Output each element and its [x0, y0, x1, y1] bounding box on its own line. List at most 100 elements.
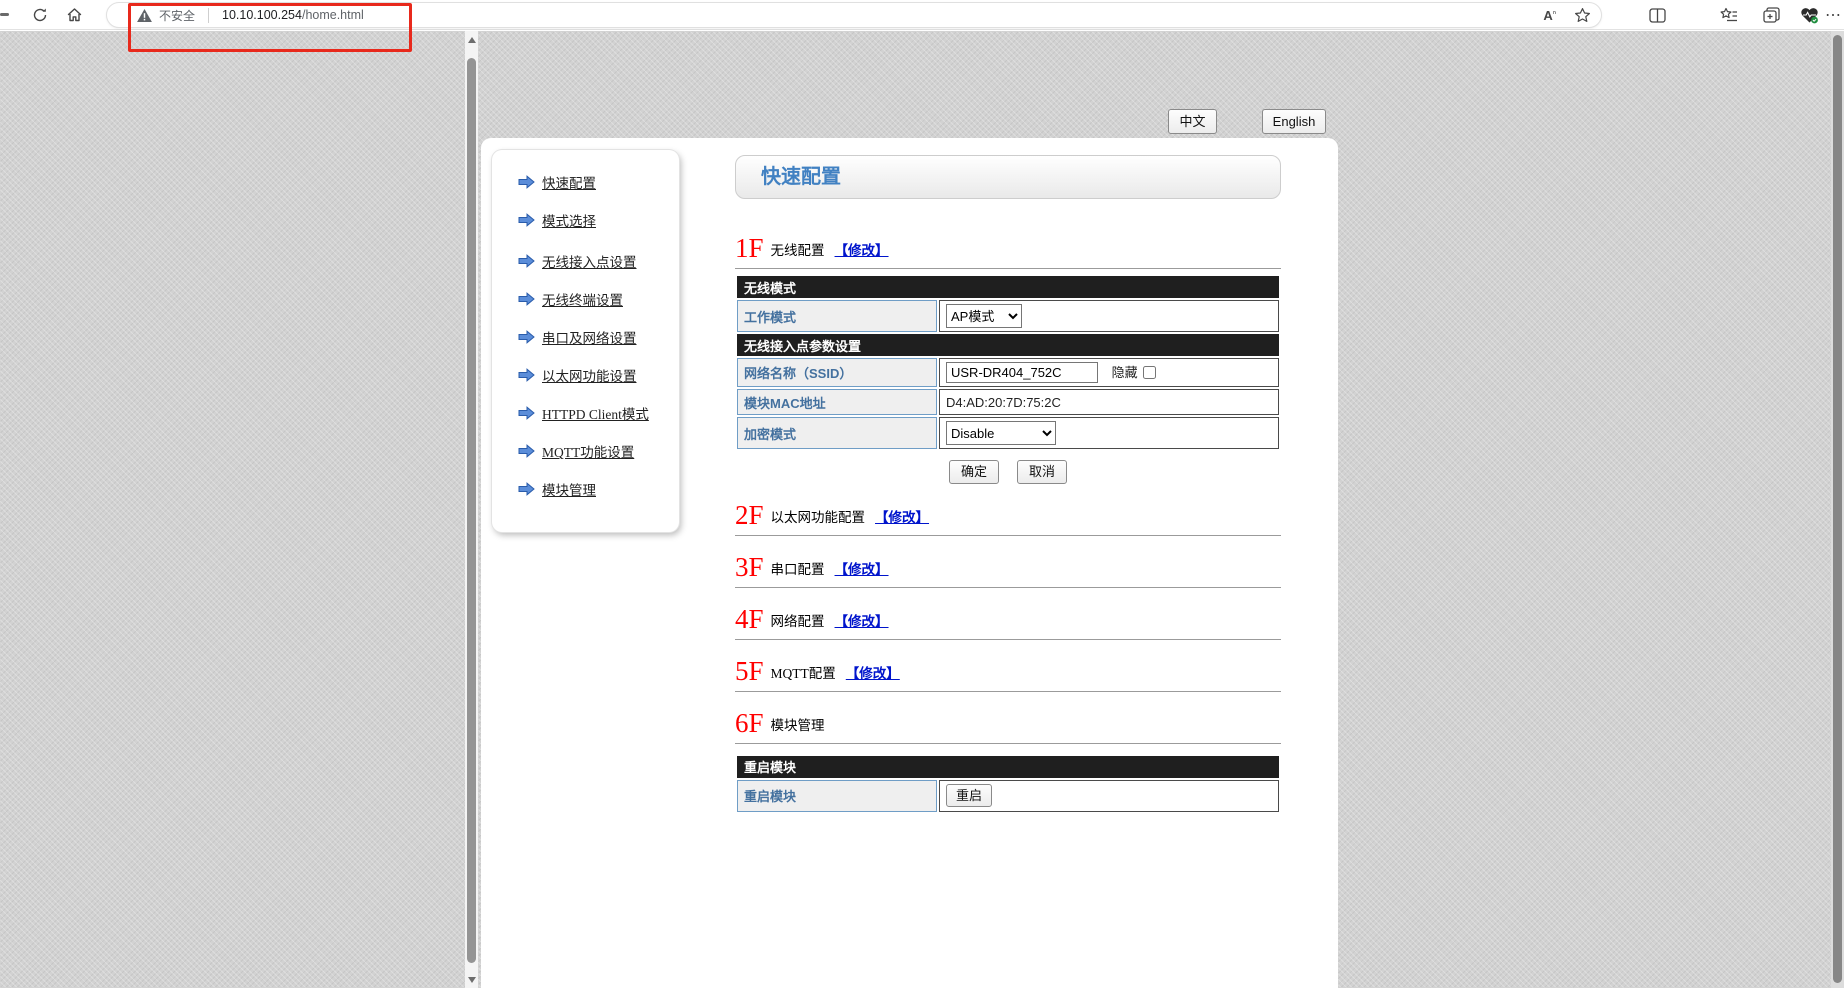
sidebar-link[interactable]: 无线接入点设置 — [542, 251, 637, 271]
restart-button[interactable]: 重启 — [946, 784, 992, 808]
section-label: 模块管理 — [771, 714, 825, 737]
sidebar-item-uart-settings[interactable]: 串口及网络设置 — [518, 325, 679, 349]
section-label: 无线配置 — [771, 239, 825, 262]
encryption-cell: Disable — [939, 417, 1279, 449]
floor-number: 3F — [735, 554, 764, 581]
address-divider — [208, 8, 209, 23]
favorites-button[interactable] — [1717, 3, 1741, 27]
home-icon — [66, 7, 83, 23]
wireless-config-table: 无线模式 工作模式 AP模式 无线接入点参数设置 网络名称（SSID） — [735, 274, 1281, 451]
section-divider — [735, 268, 1281, 269]
collections-icon — [1763, 7, 1780, 23]
floor-number: 5F — [735, 658, 764, 685]
blue-arrow-icon — [518, 254, 535, 268]
encryption-select[interactable]: Disable — [946, 421, 1056, 445]
section-label: MQTT配置 — [771, 662, 836, 685]
browser-toolbar: 不安全 10.10.100.254/home.html Aⁿ — [0, 0, 1844, 30]
more-icon: ⋯ — [1825, 5, 1841, 25]
window-scrollbar-thumb[interactable] — [1833, 35, 1842, 983]
blue-arrow-icon — [518, 213, 535, 227]
scroll-down-icon[interactable] — [465, 973, 478, 986]
collections-button[interactable] — [1759, 3, 1783, 27]
scroll-up-icon[interactable] — [465, 33, 478, 46]
section-divider — [735, 743, 1281, 744]
blue-arrow-icon — [518, 175, 535, 189]
sidebar-item-quick-config[interactable]: 快速配置 — [518, 170, 679, 194]
favorites-star-lines-icon — [1720, 7, 1738, 23]
sidebar-link[interactable]: 串口及网络设置 — [542, 327, 637, 347]
hide-ssid-checkbox[interactable] — [1143, 366, 1156, 379]
mac-label: 模块MAC地址 — [737, 389, 937, 415]
restart-label: 重启模块 — [737, 780, 937, 812]
section-label: 网络配置 — [771, 610, 825, 633]
hide-ssid-label: 隐藏 — [1112, 365, 1138, 380]
cancel-button[interactable]: 取消 — [1017, 460, 1067, 484]
modify-link-4f[interactable]: 【修改】 — [835, 610, 889, 633]
section-label: 串口配置 — [771, 558, 825, 581]
sidebar-item-module-management[interactable]: 模块管理 — [518, 477, 679, 501]
refresh-icon — [32, 7, 48, 23]
restart-table: 重启模块 重启模块 重启 — [735, 754, 1281, 814]
modify-link-1f[interactable]: 【修改】 — [835, 239, 889, 262]
blue-arrow-icon — [518, 482, 535, 496]
favorite-star-icon[interactable] — [1574, 7, 1591, 24]
scrollbar-thumb[interactable] — [467, 58, 476, 963]
split-screen-button[interactable] — [1645, 3, 1669, 27]
sidebar-link[interactable]: 以太网功能设置 — [542, 365, 637, 385]
settings-more-button[interactable]: ⋯ — [1821, 3, 1844, 27]
section-divider — [735, 535, 1281, 536]
ssid-label: 网络名称（SSID） — [737, 358, 937, 387]
section-2f-header: 2F 以太网功能配置 【修改】 — [735, 499, 1281, 529]
refresh-button[interactable] — [28, 3, 52, 27]
ssid-input[interactable] — [946, 362, 1098, 383]
section-divider — [735, 587, 1281, 588]
sidebar-item-ap-settings[interactable]: 无线接入点设置 — [518, 249, 679, 273]
sidebar-item-httpd-client[interactable]: HTTPD Client模式 — [518, 401, 679, 425]
frame-scrollbar[interactable] — [465, 31, 478, 988]
not-secure-label[interactable]: 不安全 — [159, 7, 195, 24]
browser-window: 不安全 10.10.100.254/home.html Aⁿ — [0, 0, 1844, 988]
window-scrollbar[interactable] — [1831, 31, 1844, 988]
browser-essentials-icon — [1800, 7, 1819, 24]
main-panel: 快速配置 模式选择 无线接入点设置 无线终端设置 串口及网络设置 — [481, 138, 1338, 988]
home-button[interactable] — [62, 3, 86, 27]
sidebar-link[interactable]: 快速配置 — [542, 172, 596, 192]
blue-arrow-icon — [518, 368, 535, 382]
sidebar-link[interactable]: 无线终端设置 — [542, 289, 623, 309]
ssid-cell: 隐藏 — [939, 358, 1279, 387]
content-area: 快速配置 1F 无线配置 【修改】 无线模式 工作模式 AP模式 — [735, 155, 1281, 814]
sidebar-item-mqtt-settings[interactable]: MQTT功能设置 — [518, 439, 679, 463]
floor-number: 2F — [735, 502, 764, 529]
section-4f-header: 4F 网络配置 【修改】 — [735, 603, 1281, 633]
url-path: /home.html — [302, 8, 364, 22]
sidebar-link[interactable]: 模式选择 — [542, 210, 596, 230]
back-icon[interactable] — [0, 13, 9, 16]
modify-link-2f[interactable]: 【修改】 — [875, 506, 929, 529]
blue-arrow-icon — [518, 330, 535, 344]
browser-essentials-button[interactable] — [1797, 3, 1821, 27]
read-aloud-icon[interactable]: Aⁿ — [1543, 8, 1556, 23]
work-mode-select[interactable]: AP模式 — [946, 304, 1022, 328]
restart-header: 重启模块 — [737, 756, 1279, 778]
sidebar-item-mode-select[interactable]: 模式选择 — [518, 208, 679, 232]
chinese-language-button[interactable]: 中文 — [1168, 109, 1217, 134]
sidebar-link[interactable]: HTTPD Client模式 — [542, 403, 649, 423]
work-mode-label: 工作模式 — [737, 300, 937, 332]
not-secure-warning-icon — [137, 9, 152, 22]
blue-arrow-icon — [518, 444, 535, 458]
sidebar-item-ethernet-settings[interactable]: 以太网功能设置 — [518, 363, 679, 387]
sidebar-link[interactable]: 模块管理 — [542, 479, 596, 499]
sidebar-item-sta-settings[interactable]: 无线终端设置 — [518, 287, 679, 311]
floor-number: 1F — [735, 235, 764, 262]
english-language-button[interactable]: English — [1262, 109, 1326, 134]
sidebar-link[interactable]: MQTT功能设置 — [542, 441, 634, 461]
address-bar[interactable]: 不安全 10.10.100.254/home.html Aⁿ — [106, 2, 1602, 28]
url-text[interactable]: 10.10.100.254/home.html — [222, 8, 364, 22]
confirm-button[interactable]: 确定 — [949, 460, 999, 484]
floor-number: 6F — [735, 710, 764, 737]
section-1f-header: 1F 无线配置 【修改】 — [735, 232, 1281, 262]
mac-value: D4:AD:20:7D:75:2C — [946, 395, 1061, 410]
split-screen-icon — [1649, 8, 1666, 23]
modify-link-3f[interactable]: 【修改】 — [835, 558, 889, 581]
modify-link-5f[interactable]: 【修改】 — [846, 662, 900, 685]
